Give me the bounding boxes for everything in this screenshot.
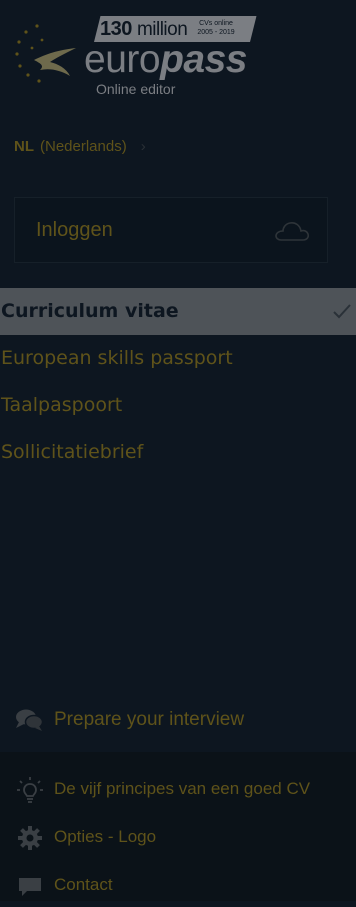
prepare-interview-label: Prepare your interview <box>54 709 245 730</box>
footer-item-five-principles[interactable]: De vijf principes van een goed CV <box>0 767 356 811</box>
prepare-interview-link[interactable]: Prepare your interview <box>0 696 356 744</box>
cvs-online-label: CVs online <box>199 20 233 27</box>
nav-item-taalpaspoort[interactable]: Taalpaspoort <box>0 382 356 429</box>
login-label: Inloggen <box>36 219 113 241</box>
footer-item-options-logo[interactable]: Opties - Logo <box>0 815 356 859</box>
check-icon <box>333 304 351 319</box>
speech-bubble-icon <box>19 878 41 896</box>
nav-item-label: Taalpaspoort <box>1 394 123 416</box>
nav-item-label: European skills passport <box>1 347 233 369</box>
footer-item-label: De vijf principes van een goed CV <box>54 779 311 798</box>
chat-bubbles-icon <box>16 709 44 731</box>
footer-item-label: Contact <box>54 875 113 894</box>
footer-links: De vijf principes van een goed CV Opties… <box>0 752 356 901</box>
online-editor-label: Online editor <box>96 81 176 97</box>
language-code: NL <box>14 137 34 155</box>
footer-item-label: Opties - Logo <box>54 827 157 846</box>
language-name: (Nederlands) <box>40 137 127 155</box>
language-selector[interactable]: NL (Nederlands) › <box>14 136 146 156</box>
europass-logo[interactable]: 130 million CVs online 2005 - 2019 europ… <box>0 0 356 110</box>
cloud-icon <box>275 222 310 241</box>
lightbulb-icon <box>17 777 43 803</box>
gear-icon <box>18 826 42 850</box>
nav-item-sollicitatiebrief[interactable]: Sollicitatiebrief <box>0 429 356 476</box>
years-label: 2005 - 2019 <box>197 29 235 36</box>
footer-item-contact[interactable]: Contact <box>0 863 356 907</box>
stars-figure-icon <box>15 24 76 83</box>
nav-item-european-skills-passport[interactable]: European skills passport <box>0 335 356 382</box>
cv-count-meta: CVs online 2005 - 2019 <box>186 19 246 37</box>
chevron-right-icon: › <box>140 137 146 155</box>
europass-wordmark: europass <box>84 38 247 81</box>
nav-item-label: Sollicitatiebrief <box>1 441 144 463</box>
nav-item-curriculum-vitae[interactable]: Curriculum vitae <box>0 288 356 335</box>
nav-item-label: Curriculum vitae <box>1 300 179 322</box>
